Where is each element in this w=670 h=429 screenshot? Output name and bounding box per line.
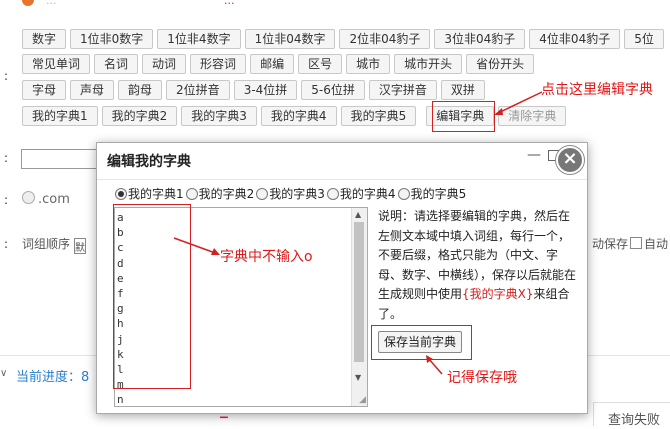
radio-label: 我的字典1 xyxy=(128,187,184,201)
tag-button[interactable]: 我的字典2 xyxy=(101,106,178,126)
tag-button[interactable]: 5-6位拼 xyxy=(301,80,365,100)
arrow-icon xyxy=(173,237,220,255)
dialog-title: 编辑我的字典 xyxy=(107,154,191,170)
tag-button[interactable]: 3位非04豹子 xyxy=(434,29,526,49)
radio-label: 我的字典2 xyxy=(198,187,255,201)
row-label-colon: : xyxy=(4,237,9,251)
word-order-label: 词组顺序 xyxy=(22,237,71,251)
auto-checkbox[interactable] xyxy=(630,237,643,249)
cut-red-text: ... xyxy=(224,0,235,7)
minimize-icon[interactable]: — xyxy=(527,147,541,163)
word-order-control: 词组顺序默 xyxy=(22,235,87,254)
tag-button[interactable]: 城市 xyxy=(346,54,391,74)
chevron-down-icon[interactable]: ∨ xyxy=(0,368,7,379)
tag-button[interactable]: 城市开头 xyxy=(394,54,463,74)
resize-grip-icon[interactable]: ◢ xyxy=(359,395,366,405)
tag-button[interactable]: 韵母 xyxy=(118,80,163,100)
tag-button[interactable]: 1位非4数字 xyxy=(157,29,241,49)
row-label-colon: : xyxy=(4,69,9,83)
tag-button[interactable]: 动词 xyxy=(142,54,187,74)
tag-button[interactable]: 省份开头 xyxy=(466,54,535,74)
tag-button[interactable]: 声母 xyxy=(70,80,115,100)
radio-label: 我的字典3 xyxy=(269,187,325,201)
row-label-colon: : xyxy=(4,193,9,207)
arrow-icon xyxy=(426,355,443,375)
close-icon[interactable]: × xyxy=(556,146,584,174)
tag-button[interactable]: 常见单词 xyxy=(22,54,91,74)
tag-row-words: 常见单词 名词 动词 形容词 邮编 区号 城市 城市开头 省份开头 xyxy=(22,54,535,74)
tag-button[interactable]: 数字 xyxy=(22,29,67,49)
tag-button[interactable]: 3-4位拼 xyxy=(233,80,298,100)
radio-icon xyxy=(256,187,269,200)
tag-button[interactable]: 汉字拼音 xyxy=(368,80,437,100)
tag-row-letters: 字母 声母 韵母 2位拼音 3-4位拼 5-6位拼 汉字拼音 双拼 xyxy=(22,80,485,100)
tag-button[interactable]: 邮编 xyxy=(250,54,295,74)
cut-heading: ... xyxy=(46,0,57,7)
dict-radio-1[interactable]: 我的字典1 xyxy=(115,185,184,202)
background-input[interactable] xyxy=(21,149,103,169)
tag-button[interactable]: 1位非0数字 xyxy=(70,29,154,49)
tag-row-numbers: 数字 1位非0数字 1位非4数字 1位非04数字 2位非04豹子 3位非04豹子… xyxy=(22,29,664,49)
radio-icon xyxy=(185,187,198,200)
top-cut-row: ... ... xyxy=(0,0,670,10)
dict-radio-4[interactable]: 我的字典4 xyxy=(326,185,396,202)
progress-label: 当前进度：8 xyxy=(16,370,90,385)
textarea-scrollbar[interactable]: ▲ ▼ xyxy=(351,208,367,406)
row-label-colon: : xyxy=(4,151,9,165)
background-domain-option[interactable]: .com xyxy=(22,191,70,207)
auto-label: 自动 xyxy=(644,237,669,251)
note-no-input: 字典中不输入o xyxy=(220,249,313,265)
tag-button[interactable]: 我的字典1 xyxy=(22,106,98,126)
progress-area: ∨ 当前进度：8 xyxy=(0,360,100,388)
auto-save-options: 动保存 自动 xyxy=(592,235,668,252)
tag-button[interactable]: 4位非04豹子 xyxy=(529,29,621,49)
radio-label: 我的字典4 xyxy=(339,187,396,201)
radio-icon xyxy=(115,187,127,200)
tag-button[interactable]: 名词 xyxy=(94,54,139,74)
tag-button[interactable]: 5位 xyxy=(624,29,664,49)
tag-button[interactable]: 区号 xyxy=(298,54,343,74)
scroll-thumb[interactable] xyxy=(354,222,364,362)
radio-icon xyxy=(397,187,410,200)
radio-icon xyxy=(22,191,35,204)
scroll-down-icon[interactable]: ▼ xyxy=(355,373,361,382)
radio-icon xyxy=(326,187,339,200)
note-edit-dict: 点击这里编辑字典 xyxy=(541,82,653,98)
tab-query-fail[interactable]: 查询失败 xyxy=(593,402,670,428)
tag-button[interactable]: 我的字典3 xyxy=(181,106,257,126)
tag-button[interactable]: 形容词 xyxy=(190,54,247,74)
tag-button[interactable]: 双拼 xyxy=(440,80,485,100)
edit-dict-highlight xyxy=(432,101,495,132)
dotcom-label: .com xyxy=(38,192,70,207)
radio-label: 我的字典5 xyxy=(410,187,467,201)
tag-button[interactable]: 我的字典5 xyxy=(340,106,417,126)
tag-button[interactable]: 2位拼音 xyxy=(166,80,230,100)
dialog-header-divider xyxy=(97,179,587,180)
dict-radio-3[interactable]: 我的字典3 xyxy=(256,185,325,202)
tag-button[interactable]: 2位非04豹子 xyxy=(339,29,431,49)
help-text: 说明：请选择要编辑的字典，然后在左侧文本域中填入词组，每行一个，不要后缀，格式只… xyxy=(378,207,578,325)
tag-button[interactable]: 1位非04数字 xyxy=(244,29,336,49)
bottom-red-mark: ▔ xyxy=(220,418,228,429)
dict-radio-2[interactable]: 我的字典2 xyxy=(185,185,255,202)
dict-radio-5[interactable]: 我的字典5 xyxy=(397,185,467,202)
note-remember-save: 记得保存哦 xyxy=(447,370,517,386)
tag-button[interactable]: 字母 xyxy=(22,80,67,100)
scroll-up-icon[interactable]: ▲ xyxy=(355,210,361,219)
tag-button[interactable]: 我的字典4 xyxy=(260,106,337,126)
text-line: n xyxy=(117,393,124,407)
site-logo-icon xyxy=(22,0,34,6)
auto-save-label: 动保存 xyxy=(592,237,629,251)
help-text-token: {我的字典X} xyxy=(462,287,534,302)
dict-radio-group: 我的字典1 我的字典2 我的字典3 我的字典4 我的字典5 xyxy=(115,185,466,202)
word-order-select[interactable]: 默 xyxy=(74,238,87,254)
